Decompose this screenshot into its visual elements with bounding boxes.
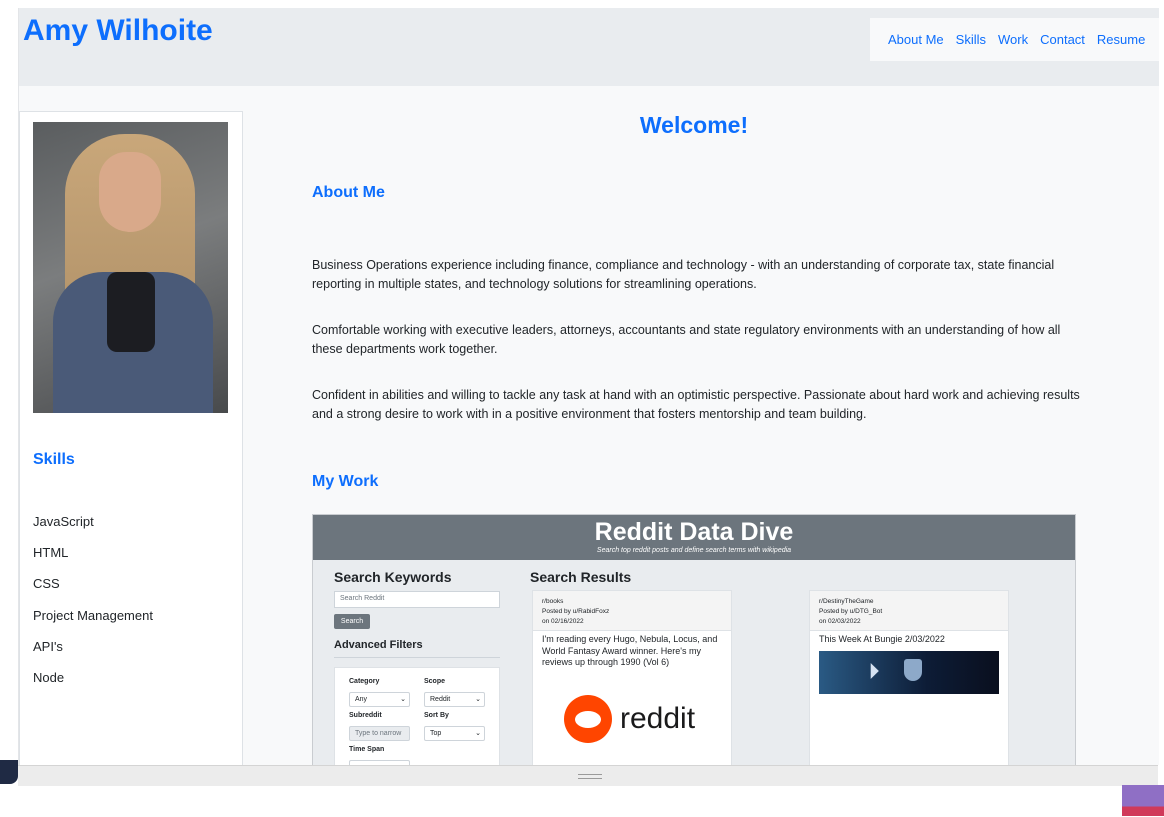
advanced-filters-heading: Advanced Filters bbox=[334, 639, 500, 658]
scope-label: Scope bbox=[424, 678, 446, 685]
search-keywords-heading: Search Keywords bbox=[334, 569, 452, 585]
project-subtitle: Search top reddit posts and define searc… bbox=[596, 547, 792, 554]
about-me-heading: About Me bbox=[312, 184, 385, 201]
result-title: This Week At Bungie 2/03/2022 bbox=[819, 634, 945, 644]
result-date: on 02/16/2022 bbox=[542, 618, 584, 625]
subreddit-input: Type to narrow bbox=[349, 726, 410, 741]
result-card: r/books Posted by u/RabidFoxz on 02/16/2… bbox=[532, 590, 732, 765]
resize-bar[interactable] bbox=[18, 765, 1158, 786]
skill-item: API's bbox=[33, 638, 63, 654]
chevron-down-icon: ⌄ bbox=[400, 696, 406, 703]
result-subreddit: r/books bbox=[542, 598, 564, 605]
subreddit-label: Subreddit bbox=[349, 712, 382, 719]
skill-item: Project Management bbox=[33, 607, 153, 623]
result-date: on 02/03/2022 bbox=[819, 618, 861, 625]
scope-select: Reddit ⌄ bbox=[424, 692, 485, 707]
result-card-header: r/DestinyTheGame Posted by u/DTG_Bot on … bbox=[810, 591, 1008, 631]
my-work-heading: My Work bbox=[312, 473, 379, 490]
skill-item: Node bbox=[33, 669, 65, 685]
skills-heading: Skills bbox=[33, 451, 75, 468]
result-card-header: r/books Posted by u/RabidFoxz on 02/16/2… bbox=[533, 591, 731, 631]
welcome-heading: Welcome! bbox=[639, 112, 749, 138]
project-screenshot-reddit-data-dive[interactable]: Reddit Data Dive Search top reddit posts… bbox=[312, 514, 1076, 765]
reddit-logo: reddit bbox=[564, 694, 695, 744]
time-span-label: Time Span bbox=[349, 746, 385, 753]
profile-photo bbox=[33, 122, 228, 413]
search-button: Search bbox=[334, 614, 370, 629]
browser-viewport: Amy Wilhoite About Me Skills Work Contac… bbox=[18, 8, 1159, 765]
playstation-icon: ⏵ bbox=[869, 661, 879, 683]
shield-icon bbox=[904, 659, 922, 681]
about-paragraph: Business Operations experience including… bbox=[312, 258, 1055, 291]
result-subreddit: r/DestinyTheGame bbox=[819, 598, 874, 605]
about-paragraph: Comfortable working with executive leade… bbox=[312, 323, 1061, 356]
desktop-corner bbox=[0, 760, 18, 784]
project-title: Reddit Data Dive bbox=[594, 518, 794, 546]
result-title: I'm reading every Hugo, Nebula, Locus, a… bbox=[542, 634, 718, 667]
reddit-wordmark: reddit bbox=[620, 702, 696, 735]
skill-item: JavaScript bbox=[33, 514, 94, 529]
chevron-down-icon: ⌄ bbox=[475, 696, 481, 703]
reddit-alien-icon bbox=[564, 695, 612, 743]
nav-link-contact[interactable]: Contact bbox=[1040, 32, 1085, 47]
site-title[interactable]: Amy Wilhoite bbox=[23, 14, 213, 48]
about-paragraph: Confident in abilities and willing to ta… bbox=[312, 388, 1080, 421]
nav-link-skills[interactable]: Skills bbox=[956, 32, 986, 47]
dock-app-icon[interactable] bbox=[1122, 785, 1164, 816]
sort-by-label: Sort By bbox=[424, 712, 449, 719]
sort-by-select: Top ⌄ bbox=[424, 726, 485, 741]
site-header: Amy Wilhoite About Me Skills Work Contac… bbox=[19, 8, 1159, 86]
skill-item: HTML bbox=[33, 545, 69, 561]
filters-panel: Category Scope Any ⌄ Reddit ⌄ Subreddit … bbox=[334, 667, 500, 765]
project-banner: Reddit Data Dive Search top reddit posts… bbox=[313, 515, 1075, 560]
skills-list: JavaScript HTML CSS Project Management A… bbox=[33, 514, 153, 701]
result-posted-by: Posted by u/RabidFoxz bbox=[542, 608, 610, 615]
result-thumbnail: ⏵ bbox=[819, 651, 999, 694]
skill-item: CSS bbox=[33, 576, 60, 592]
result-posted-by: Posted by u/DTG_Bot bbox=[819, 608, 883, 615]
main-nav: About Me Skills Work Contact Resume bbox=[870, 18, 1159, 61]
category-select: Any ⌄ bbox=[349, 692, 410, 707]
nav-link-resume[interactable]: Resume bbox=[1097, 32, 1145, 47]
main-content: Welcome! About Me Business Operations ex… bbox=[243, 86, 1159, 765]
chevron-down-icon: ⌄ bbox=[475, 730, 481, 737]
search-results-heading: Search Results bbox=[530, 569, 632, 585]
nav-link-work[interactable]: Work bbox=[998, 32, 1028, 47]
nav-link-about-me[interactable]: About Me bbox=[888, 32, 944, 47]
result-card: r/DestinyTheGame Posted by u/DTG_Bot on … bbox=[809, 590, 1009, 765]
sidebar: Skills JavaScript HTML CSS Project Manag… bbox=[19, 111, 243, 765]
search-reddit-input: Search Reddit bbox=[334, 591, 500, 608]
drag-handle-icon[interactable] bbox=[578, 774, 602, 779]
category-label: Category bbox=[349, 678, 380, 685]
